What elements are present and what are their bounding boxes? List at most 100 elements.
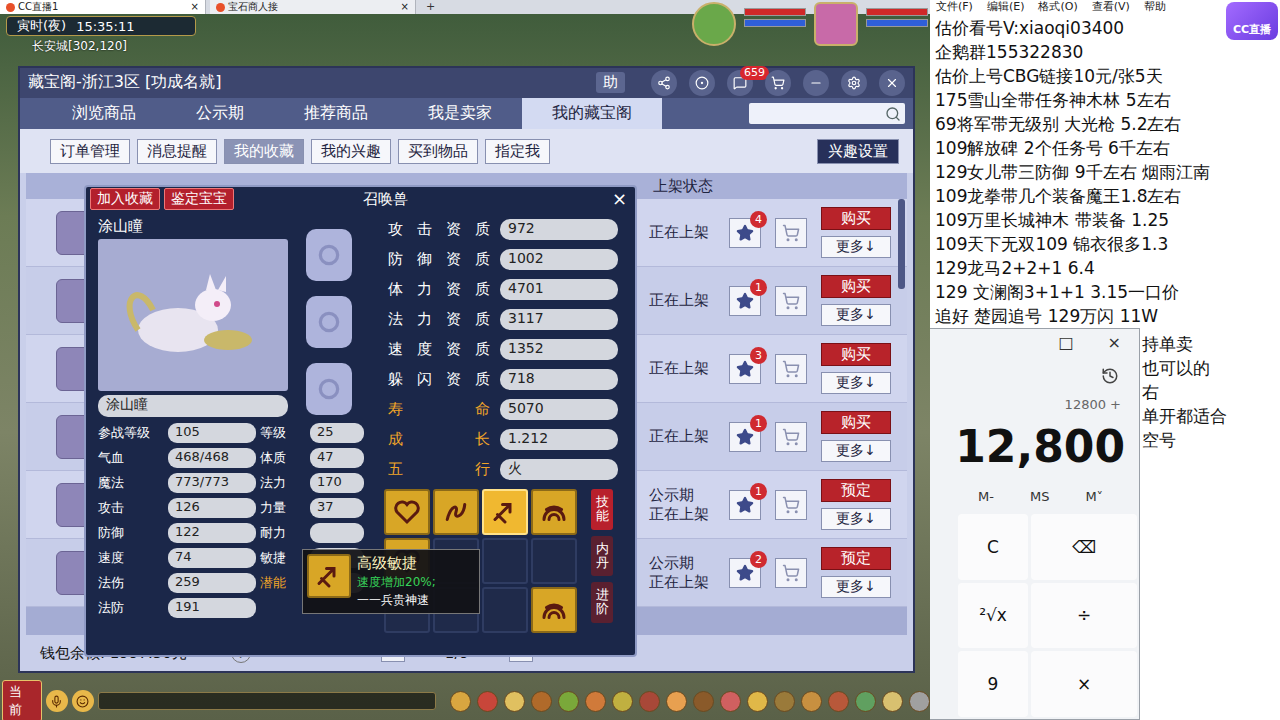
menu-icon[interactable] — [477, 691, 498, 712]
calc-key[interactable]: ²√x — [958, 583, 1028, 649]
channel-button[interactable]: 当前 — [2, 680, 42, 720]
more-button[interactable]: 更多↓ — [821, 508, 891, 530]
record-icon[interactable] — [689, 70, 715, 96]
skill-slot[interactable] — [433, 489, 479, 535]
dialog-button[interactable]: 加入收藏 — [90, 188, 160, 210]
player-portrait[interactable] — [814, 2, 858, 46]
scrollbar[interactable] — [898, 199, 905, 289]
menu-icon[interactable] — [720, 691, 741, 712]
subtab-button[interactable]: 消息提醒 — [137, 139, 217, 164]
subtab-button[interactable]: 我的收藏 — [224, 139, 304, 164]
action-button[interactable]: 预定 — [821, 479, 891, 502]
menu-icon[interactable] — [774, 691, 795, 712]
history-icon[interactable] — [1101, 367, 1119, 385]
subtab-button[interactable]: 我的兴趣 — [311, 139, 391, 164]
action-button[interactable]: 购买 — [821, 275, 891, 298]
menu-icon[interactable] — [612, 691, 633, 712]
subtab-button[interactable]: 订单管理 — [50, 139, 130, 164]
cart-icon[interactable] — [765, 70, 791, 96]
equipment-slot[interactable] — [306, 229, 352, 281]
more-button[interactable]: 更多↓ — [821, 372, 891, 394]
memory-button[interactable]: M˅ — [1085, 489, 1103, 504]
tab[interactable]: 推荐商品 — [274, 98, 398, 130]
menu-icon[interactable] — [450, 691, 471, 712]
action-button[interactable]: 购买 — [821, 343, 891, 366]
cart-button[interactable] — [775, 490, 807, 520]
chat-input[interactable] — [98, 692, 436, 710]
mic-icon[interactable] — [46, 690, 68, 712]
calc-key[interactable]: × — [1031, 651, 1137, 717]
dialog-button[interactable]: 鉴定宝宝 — [164, 188, 234, 210]
tab[interactable]: 我是卖家 — [398, 98, 522, 130]
tab[interactable]: 公示期 — [166, 98, 274, 130]
interest-settings-button[interactable]: 兴趣设置 — [817, 139, 899, 164]
tab-close-button[interactable]: × — [191, 0, 199, 14]
tab-close-button[interactable]: × — [401, 0, 409, 14]
skill-slot[interactable] — [384, 489, 430, 535]
favorite-button[interactable]: 3 — [729, 354, 761, 384]
dialog-close-button[interactable]: × — [608, 190, 631, 208]
calc-key[interactable]: ÷ — [1031, 583, 1137, 649]
tab[interactable]: 浏览商品 — [42, 98, 166, 130]
favorite-button[interactable]: 1 — [729, 490, 761, 520]
calc-window-button[interactable]: × — [1108, 333, 1121, 357]
more-button[interactable]: 更多↓ — [821, 576, 891, 598]
more-button[interactable]: 更多↓ — [821, 440, 891, 462]
menu-item[interactable]: 编辑(E) — [987, 0, 1025, 14]
equipment-slot[interactable] — [306, 363, 352, 415]
skill-slot[interactable] — [482, 538, 528, 584]
skill-slot[interactable] — [482, 587, 528, 633]
action-button[interactable]: 购买 — [821, 411, 891, 434]
action-button[interactable]: 预定 — [821, 547, 891, 570]
note-text[interactable]: 估价看号V:xiaoqi03400企鹅群155322830估价上号CBG链接10… — [930, 14, 1280, 328]
skill-slot[interactable] — [531, 489, 577, 535]
search-field[interactable] — [749, 103, 905, 125]
share-icon[interactable] — [651, 70, 677, 96]
menu-item[interactable]: 帮助 — [1144, 0, 1166, 14]
message-icon[interactable]: 659 — [727, 70, 753, 96]
help-button[interactable]: 助 — [596, 72, 625, 93]
emoji-icon[interactable] — [72, 690, 94, 712]
calc-window-button[interactable]: □ — [1058, 333, 1073, 357]
skill-slot[interactable] — [531, 587, 577, 633]
menu-icon[interactable] — [828, 691, 849, 712]
pet-name-field[interactable]: 涂山瞳 — [98, 395, 288, 417]
favorite-button[interactable]: 1 — [729, 286, 761, 316]
subtab-button[interactable]: 买到物品 — [398, 139, 478, 164]
new-tab-button[interactable]: + — [420, 0, 441, 14]
browser-tab[interactable]: 宝石商人接× — [210, 0, 416, 14]
close-icon[interactable] — [879, 70, 905, 96]
subtab-button[interactable]: 指定我 — [485, 139, 550, 164]
more-button[interactable]: 更多↓ — [821, 304, 891, 326]
memory-button[interactable]: M- — [978, 489, 994, 504]
more-button[interactable]: 更多↓ — [821, 236, 891, 258]
skill-slot[interactable] — [531, 538, 577, 584]
cart-button[interactable] — [775, 286, 807, 316]
browser-tab[interactable]: CC直播1× — [0, 0, 206, 14]
equipment-slot[interactable] — [306, 296, 352, 348]
pet-portrait[interactable] — [692, 2, 736, 46]
cart-button[interactable] — [775, 422, 807, 452]
minimize-icon[interactable] — [803, 70, 829, 96]
menu-icon[interactable] — [504, 691, 525, 712]
cart-button[interactable] — [775, 354, 807, 384]
menu-icon[interactable] — [666, 691, 687, 712]
menu-icon[interactable] — [558, 691, 579, 712]
menu-icon[interactable] — [855, 691, 876, 712]
menu-item[interactable]: 文件(F) — [936, 0, 973, 14]
menu-icon[interactable] — [585, 691, 606, 712]
favorite-button[interactable]: 2 — [729, 558, 761, 588]
menu-icon[interactable] — [747, 691, 768, 712]
menu-icon[interactable] — [693, 691, 714, 712]
menu-item[interactable]: 格式(O) — [1038, 0, 1077, 14]
calc-key[interactable]: C — [958, 514, 1028, 580]
cart-button[interactable] — [775, 218, 807, 248]
favorite-button[interactable]: 1 — [729, 422, 761, 452]
calc-key[interactable]: 9 — [958, 651, 1028, 717]
side-tab-button[interactable]: 进阶 — [591, 582, 613, 623]
calc-key[interactable]: ⌫ — [1031, 514, 1137, 580]
cart-button[interactable] — [775, 558, 807, 588]
action-button[interactable]: 购买 — [821, 207, 891, 230]
menu-icon[interactable] — [531, 691, 552, 712]
side-tab-button[interactable]: 内丹 — [591, 536, 613, 577]
